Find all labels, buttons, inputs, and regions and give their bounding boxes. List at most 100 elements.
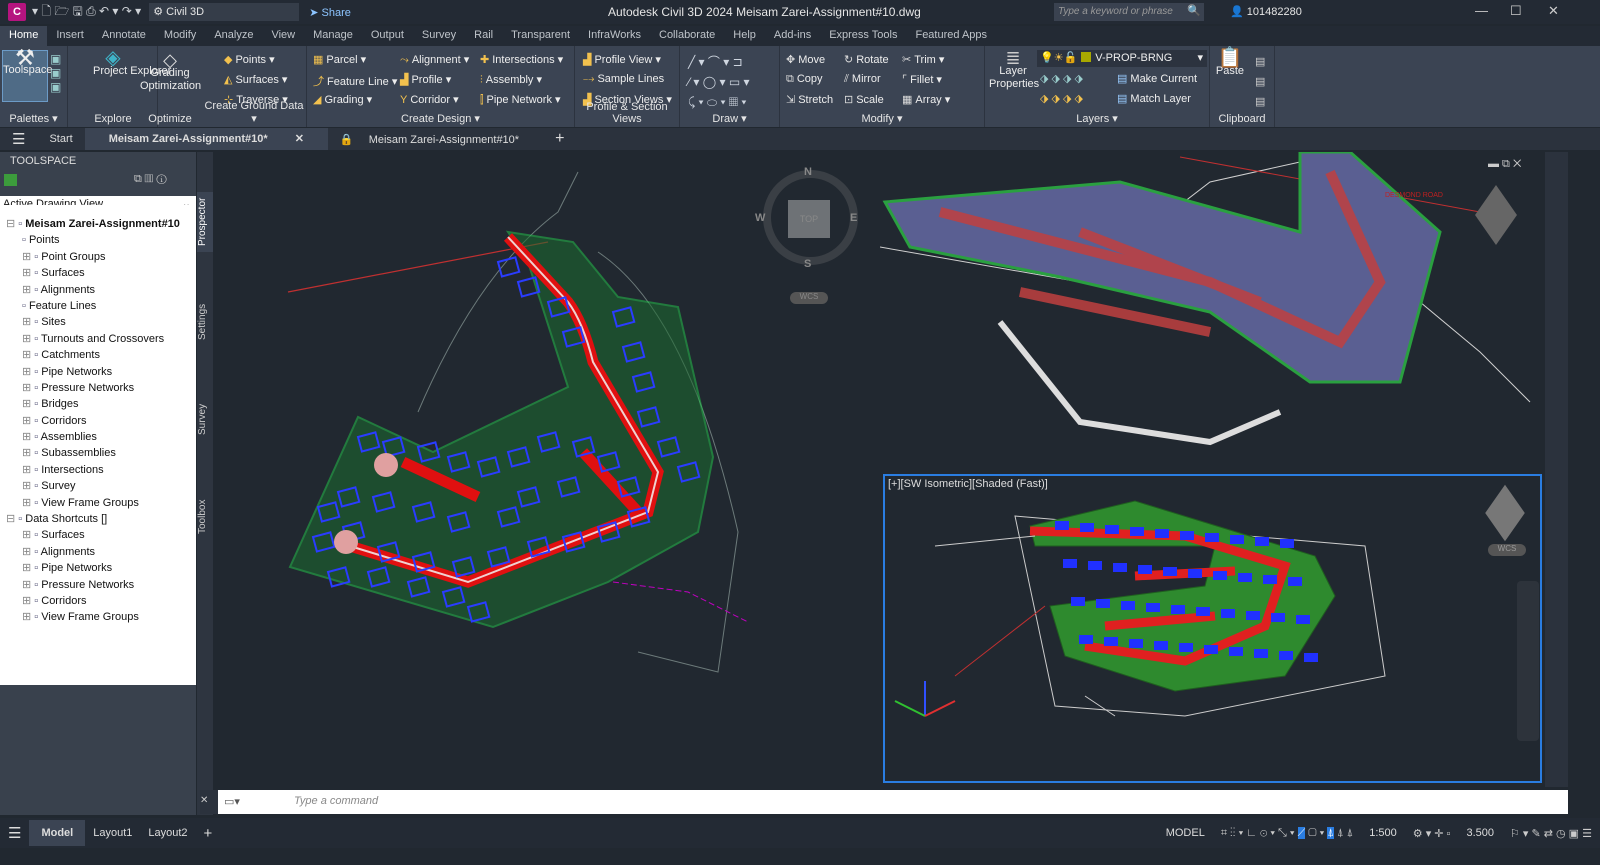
- sample-lines-button[interactable]: ⤍ Sample Lines: [583, 73, 664, 86]
- search-input[interactable]: Type a keyword or phrase: [1054, 3, 1204, 21]
- tab-infraworks[interactable]: InfraWorks: [579, 26, 650, 46]
- expand-icon[interactable]: ⊞: [22, 415, 34, 427]
- add-layout-button[interactable]: +: [196, 825, 221, 842]
- close-command-icon[interactable]: ✕: [200, 790, 218, 814]
- maximize-button[interactable]: ☐: [1510, 3, 1522, 19]
- tree-item[interactable]: ⊞ ▫ Pipe Networks: [0, 364, 196, 380]
- tree-item[interactable]: ⊞ ▫ Alignments: [0, 544, 196, 560]
- command-input[interactable]: Type a command: [294, 795, 378, 807]
- layer-tool-icons[interactable]: ⬗ ⬗ ⬗ ⬗: [1040, 72, 1083, 85]
- ground-panel-label[interactable]: Create Ground Data ▾: [202, 100, 306, 125]
- tree-item[interactable]: ⊞ ▫ Surfaces: [0, 265, 196, 281]
- elevation-value[interactable]: 3.500: [1458, 827, 1502, 839]
- tab-manage[interactable]: Manage: [304, 26, 362, 46]
- tree-item[interactable]: ⊞ ▫ Sites: [0, 314, 196, 330]
- tab-annotate[interactable]: Annotate: [93, 26, 155, 46]
- tree-item[interactable]: ⊞ ▫ Corridors: [0, 593, 196, 609]
- tree-item[interactable]: ⊞ ▫ Catchments: [0, 347, 196, 363]
- trim-button[interactable]: ✂ Trim ▾: [902, 53, 944, 66]
- tab-output[interactable]: Output: [362, 26, 413, 46]
- scale-button[interactable]: ⊡ Scale: [844, 93, 884, 106]
- rotate-button[interactable]: ↻ Rotate: [844, 53, 889, 66]
- array-button[interactable]: ▦ Array ▾: [902, 93, 950, 106]
- tree-item[interactable]: ⊞ ▫ Bridges: [0, 396, 196, 412]
- expand-icon[interactable]: ⊞: [22, 366, 34, 378]
- tree-item[interactable]: ⊞ ▫ View Frame Groups: [0, 495, 196, 511]
- tab-featured-apps[interactable]: Featured Apps: [906, 26, 996, 46]
- tab-home[interactable]: Home: [0, 26, 48, 46]
- layer-dropdown[interactable]: 💡☀🔓 V-PROP-BRNG ▾: [1037, 50, 1207, 67]
- viewcube-top[interactable]: TOP: [788, 200, 830, 238]
- ucs-menu[interactable]: WCS: [1488, 544, 1526, 556]
- tree-item[interactable]: ▫ Feature Lines: [0, 298, 196, 314]
- expand-icon[interactable]: ⊞: [22, 284, 34, 296]
- expand-icon[interactable]: ⊟: [6, 513, 18, 525]
- tab-active-drawing[interactable]: Meisam Zarei-Assignment#10* ✕: [84, 128, 328, 150]
- share-button[interactable]: ➤ Share: [309, 6, 351, 19]
- profile-button[interactable]: ▟ Profile ▾: [400, 73, 451, 86]
- tree-item[interactable]: ⊟ ▫ Meisam Zarei-Assignment#10: [0, 216, 196, 232]
- user-account[interactable]: 👤 101482280: [1230, 5, 1302, 18]
- menu-icon[interactable]: ☰: [0, 824, 29, 842]
- tab-view[interactable]: View: [262, 26, 304, 46]
- model-space-toggle[interactable]: MODEL: [1158, 827, 1213, 839]
- profile-view-button[interactable]: ▟ Profile View ▾: [583, 53, 661, 66]
- tab-collaborate[interactable]: Collaborate: [650, 26, 724, 46]
- tree-item[interactable]: ⊞ ▫ Turnouts and Crossovers: [0, 331, 196, 347]
- expand-icon[interactable]: ⊞: [22, 333, 34, 345]
- move-button[interactable]: ✥ Move: [786, 53, 825, 66]
- expand-icon[interactable]: ⊞: [22, 480, 34, 492]
- tree-item[interactable]: ⊞ ▫ Alignments: [0, 282, 196, 298]
- expand-icon[interactable]: ⊞: [22, 267, 34, 279]
- alignment-button[interactable]: ⤳ Alignment ▾: [400, 53, 469, 67]
- expand-icon[interactable]: ⊞: [22, 529, 34, 541]
- viewport-sw-isometric[interactable]: [+][SW Isometric][Shaded (Fast)] WCS: [883, 474, 1542, 783]
- pipe-network-button[interactable]: ⫿ Pipe Network ▾: [480, 93, 561, 107]
- make-current-button[interactable]: ▤ Make Current: [1117, 72, 1197, 85]
- close-button[interactable]: ✕: [1548, 3, 1559, 19]
- tree-item[interactable]: ⊞ ▫ Intersections: [0, 462, 196, 478]
- expand-icon[interactable]: ⊞: [22, 382, 34, 394]
- tab-start[interactable]: Start: [37, 133, 84, 145]
- tree-item[interactable]: ⊞ ▫ View Frame Groups: [0, 609, 196, 625]
- tree-item[interactable]: ⊞ ▫ Subassemblies: [0, 445, 196, 461]
- tab-settings[interactable]: Settings: [197, 297, 213, 347]
- design-panel-label[interactable]: Create Design ▾: [307, 112, 574, 125]
- layer-properties-button[interactable]: ≣ Layer Properties: [989, 49, 1039, 91]
- tree-item[interactable]: ⊞ ▫ Survey: [0, 478, 196, 494]
- layer-tool-icons-2[interactable]: ⬗ ⬗ ⬗ ⬗: [1040, 92, 1083, 105]
- expand-icon[interactable]: ⊞: [22, 562, 34, 574]
- tree-item[interactable]: ⊞ ▫ Surfaces: [0, 527, 196, 543]
- draw-tools-icons[interactable]: ╱ ▾ ⌒ ▾ ⊐ ⁄ ▾ ◯ ▾ ▭ ▾ ⤹ ▾ ⬭ ▾ ▦ ▾: [688, 52, 750, 112]
- tree-item[interactable]: ⊞ ▫ Pressure Networks: [0, 380, 196, 396]
- viewport-label[interactable]: [+][SW Isometric][Shaded (Fast)]: [888, 478, 1048, 490]
- tab-survey[interactable]: Survey: [197, 397, 213, 442]
- expand-icon[interactable]: ⊞: [22, 464, 34, 476]
- tab-toolbox[interactable]: Toolbox: [197, 492, 213, 542]
- drafting-tool-icons[interactable]: ⌗ ⋮⋮ ▾ ∟ ⊙ ▾ ⤡ ▾ ⟋ ▢ ▾ ⍋ ⍋ ⍋: [1213, 826, 1361, 840]
- expand-icon[interactable]: ⊞: [22, 579, 34, 591]
- tree-item[interactable]: ⊞ ▫ Corridors: [0, 413, 196, 429]
- tab-prospector[interactable]: Prospector: [197, 192, 213, 252]
- annotation-scale[interactable]: 1:500: [1361, 827, 1405, 839]
- tab-transparent[interactable]: Transparent: [502, 26, 579, 46]
- expand-icon[interactable]: ⊞: [22, 611, 34, 623]
- expand-icon[interactable]: ⊞: [22, 349, 34, 361]
- viewport-perspective[interactable]: DESMOND ROAD ▬ ⧉ ✕: [880, 152, 1545, 467]
- expand-icon[interactable]: ⊞: [22, 497, 34, 509]
- tree-item[interactable]: ⊞ ▫ Pressure Networks: [0, 577, 196, 593]
- status-tray-icons[interactable]: ⚐ ▾ ✎ ⇄ ◷ ▣ ☰: [1502, 827, 1600, 840]
- tab-layout2[interactable]: Layout2: [140, 827, 195, 839]
- tab-add-ins[interactable]: Add-ins: [765, 26, 820, 46]
- quick-access-icons[interactable]: ▾ 🗋 🗁 🖫 ⎙ ↶ ▾ ↷ ▾: [32, 2, 141, 23]
- grading-button[interactable]: ◢ Grading ▾: [313, 93, 372, 106]
- palettes-panel-label[interactable]: Palettes ▾: [0, 112, 67, 125]
- app-menu-button[interactable]: C: [8, 3, 26, 21]
- parcel-button[interactable]: ▦ Parcel ▾: [313, 53, 366, 66]
- layers-panel-label[interactable]: Layers ▾: [985, 112, 1209, 125]
- tab-analyze[interactable]: Analyze: [205, 26, 262, 46]
- right-tool-palette[interactable]: [1545, 152, 1568, 787]
- tab-modify[interactable]: Modify: [155, 26, 205, 46]
- ucs-menu[interactable]: WCS: [790, 292, 828, 304]
- expand-icon[interactable]: ⊞: [22, 595, 34, 607]
